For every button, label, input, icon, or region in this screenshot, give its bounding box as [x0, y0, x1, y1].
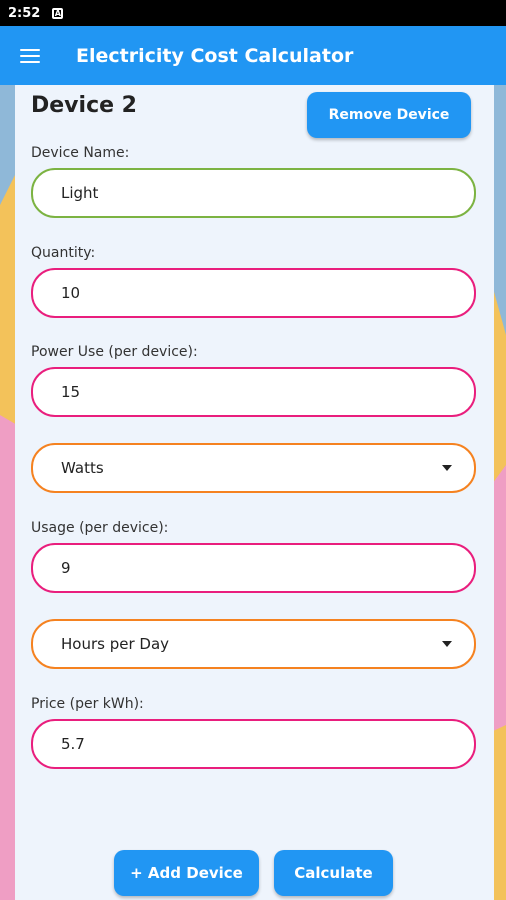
usage-input[interactable]: 9	[31, 543, 476, 593]
dropdown-arrow-icon	[442, 465, 452, 471]
remove-device-button[interactable]: Remove Device	[307, 92, 471, 138]
menu-button[interactable]	[0, 26, 60, 85]
usage-value: 9	[61, 559, 71, 577]
usage-unit-value: Hours per Day	[61, 635, 170, 653]
a-icon: A	[52, 7, 64, 19]
app-title: Electricity Cost Calculator	[76, 44, 354, 67]
device-title: Device 2	[31, 93, 137, 118]
power-use-value: 15	[61, 383, 81, 401]
device-name-value: Light	[61, 184, 99, 202]
device-card: Device 2 Remove Device Device Name: Ligh…	[15, 85, 494, 900]
calculate-button[interactable]: Calculate	[274, 850, 393, 896]
power-use-input[interactable]: 15	[31, 367, 476, 417]
usage-label: Usage (per device):	[31, 520, 169, 536]
device-name-label: Device Name:	[31, 145, 130, 161]
power-use-label: Power Use (per device):	[31, 344, 198, 360]
price-label: Price (per kWh):	[31, 696, 144, 712]
device-name-input[interactable]: Light	[31, 168, 476, 218]
power-unit-select[interactable]: Watts	[31, 443, 476, 493]
usage-unit-select[interactable]: Hours per Day	[31, 619, 476, 669]
dropdown-arrow-icon	[442, 641, 452, 647]
add-device-button[interactable]: + Add Device	[114, 850, 259, 896]
quantity-value: 10	[61, 284, 81, 302]
quantity-label: Quantity:	[31, 245, 96, 261]
app-bar: Electricity Cost Calculator	[0, 26, 506, 85]
hamburger-menu-icon	[20, 48, 40, 63]
power-unit-value: Watts	[61, 459, 104, 477]
price-input[interactable]: 5.7	[31, 719, 476, 769]
quantity-input[interactable]: 10	[31, 268, 476, 318]
price-value: 5.7	[61, 735, 85, 753]
status-bar: 2:52 A	[0, 0, 506, 26]
status-time: 2:52	[8, 5, 41, 21]
